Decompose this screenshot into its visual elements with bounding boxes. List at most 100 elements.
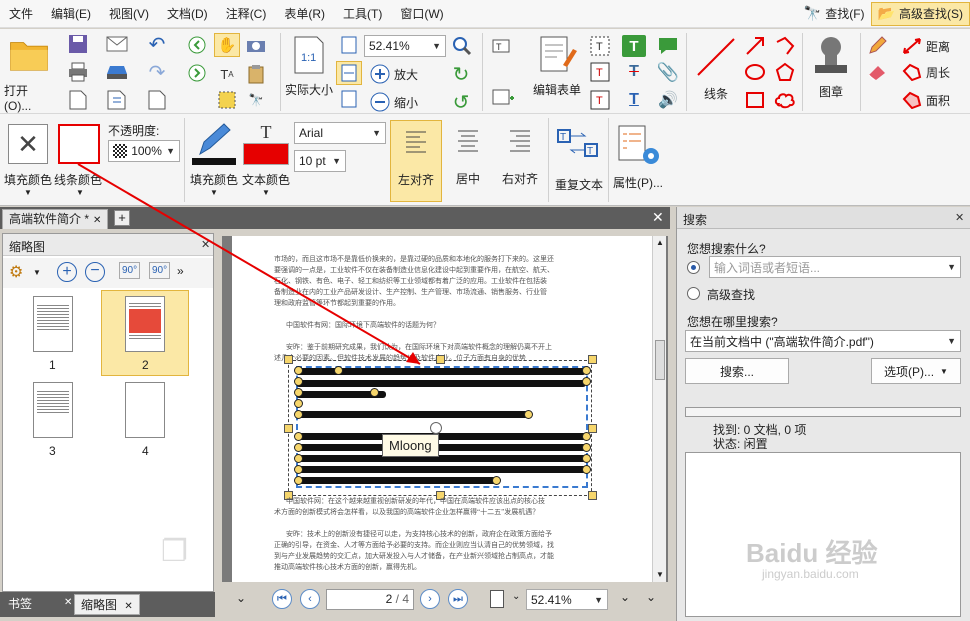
first-page-button[interactable]: ⏮ <box>272 589 292 609</box>
expand-icon[interactable]: » <box>177 264 184 278</box>
settings-dropdown-arrow[interactable]: ▼ <box>33 268 41 277</box>
thumbnail-page-1[interactable] <box>33 296 73 352</box>
nav-more-icon-2[interactable]: ⌄ <box>646 590 656 604</box>
undo-icon[interactable]: ↶ <box>144 33 170 56</box>
scroll-down-icon[interactable]: ▼ <box>656 570 664 579</box>
menu-form[interactable]: 表单(R) <box>275 0 334 28</box>
properties-button[interactable]: 属性(P)... <box>610 120 666 202</box>
pentagon-icon[interactable] <box>772 61 798 83</box>
selection-handle[interactable] <box>294 454 303 463</box>
opacity-combo[interactable]: 100% ▼ <box>108 140 180 162</box>
print-icon[interactable] <box>66 61 90 83</box>
selection-handle[interactable] <box>294 410 303 419</box>
zoom-tool-icon[interactable] <box>450 35 474 57</box>
form-checkbox-icon[interactable]: T <box>588 35 612 57</box>
selection-handle[interactable] <box>294 476 303 485</box>
last-page-button[interactable]: ⏭ <box>448 589 468 609</box>
document-icon[interactable] <box>66 89 90 111</box>
line-color-label[interactable]: 线条颜色 <box>54 171 102 188</box>
new-tab-button[interactable]: + <box>114 210 130 226</box>
sound-icon[interactable]: 🔊 <box>656 89 680 111</box>
back-icon[interactable] <box>186 35 208 55</box>
selection-handle[interactable] <box>334 366 343 375</box>
fill-pen-icon[interactable] <box>190 122 238 166</box>
previous-page-button[interactable]: ‹ <box>300 589 320 609</box>
tab-close-icon[interactable]: ✕ <box>93 215 101 226</box>
area-button[interactable]: 面积 <box>896 89 956 111</box>
bookmarks-tab[interactable]: 书签 <box>2 594 38 615</box>
binoculars-small-icon[interactable]: 🔭 <box>244 89 268 111</box>
actual-size-button[interactable]: 1:1 实际大小 <box>282 35 336 111</box>
redo-icon[interactable]: ↷ <box>144 61 170 84</box>
email-icon[interactable] <box>104 33 130 55</box>
font-combo[interactable]: Arial ▼ <box>294 122 386 144</box>
rotate-ccw-icon[interactable]: ↺ <box>450 91 472 114</box>
rotate-cw-icon[interactable]: ↻ <box>450 63 472 86</box>
thumbnails-tab[interactable]: 缩略图 ✕ <box>74 594 140 615</box>
hand-tool-icon[interactable]: ✋ <box>214 33 240 57</box>
page-layout-icon[interactable] <box>144 89 170 111</box>
cloud-icon[interactable] <box>772 89 798 111</box>
line-tool-button[interactable]: 线条 <box>690 35 742 111</box>
find-button[interactable]: 🔭 查找(F) <box>798 2 871 26</box>
text-color-icon[interactable]: T <box>242 120 290 166</box>
rectangle-icon[interactable] <box>742 89 768 111</box>
forward-icon[interactable] <box>186 63 208 83</box>
nav-more-icon[interactable]: ⌄ <box>620 590 630 604</box>
thumb-zoom-out-icon[interactable]: − <box>85 262 105 282</box>
scrollbar-thumb[interactable] <box>655 340 665 380</box>
thumbnails-close-icon[interactable]: ✕ <box>201 238 210 251</box>
selection-handle[interactable] <box>524 410 533 419</box>
resize-handle[interactable] <box>588 424 597 433</box>
scroll-up-icon[interactable]: ▲ <box>656 238 664 247</box>
next-page-button[interactable]: › <box>420 589 440 609</box>
selection-handle[interactable] <box>582 454 591 463</box>
page-view-dropdown-icon[interactable]: ⌄ <box>512 591 520 602</box>
selection-handle[interactable] <box>294 443 303 452</box>
advanced-radio[interactable] <box>687 287 700 300</box>
selection-handle[interactable] <box>582 465 591 474</box>
line-dropdown-arrow[interactable]: ▼ <box>76 188 84 197</box>
selection-handle[interactable] <box>294 465 303 474</box>
vertical-scrollbar[interactable]: ▲ ▼ <box>652 236 666 582</box>
fit-page-icon[interactable] <box>338 35 360 55</box>
repeat-text-button[interactable]: TT 重复文本 <box>552 120 606 202</box>
selection-handle[interactable] <box>294 432 303 441</box>
form-combo-icon[interactable]: T <box>588 89 612 111</box>
search-close-icon[interactable]: ✕ <box>955 211 964 224</box>
marquee-icon[interactable] <box>214 89 240 111</box>
selection-handle[interactable] <box>294 366 303 375</box>
selection-handle[interactable] <box>492 476 501 485</box>
selection-handle[interactable] <box>370 388 379 397</box>
selection-handle[interactable] <box>582 377 591 386</box>
eraser-icon[interactable] <box>864 61 890 83</box>
text-color-label[interactable]: 文本颜色 <box>242 171 290 188</box>
fit-visible-icon[interactable] <box>338 89 360 109</box>
selection-handle[interactable] <box>582 366 591 375</box>
scan-icon[interactable] <box>104 61 130 83</box>
select-text-icon[interactable]: TA <box>214 63 240 85</box>
selection-handle[interactable] <box>294 399 303 408</box>
align-left-button[interactable]: 左对齐 <box>390 120 442 202</box>
perimeter-button[interactable]: 周长 <box>896 61 956 83</box>
menu-window[interactable]: 窗口(W) <box>391 0 452 28</box>
fill-color-label-2[interactable]: 填充颜色 <box>190 171 238 188</box>
save-icon[interactable] <box>66 33 90 55</box>
text-box-icon[interactable]: T <box>622 35 646 57</box>
line-color-swatch[interactable] <box>58 124 100 164</box>
thumbnail-page-4[interactable] <box>125 382 165 438</box>
pencil-icon[interactable] <box>864 35 890 57</box>
resize-handle[interactable] <box>588 355 597 364</box>
search-scope-select[interactable]: 在当前文档中 ("高端软件简介.pdf") ▼ <box>685 330 961 352</box>
close-document-icon[interactable]: ✕ <box>652 209 664 226</box>
resize-handle[interactable] <box>436 355 445 364</box>
export-icon[interactable] <box>104 89 130 111</box>
zoom-in-button[interactable]: 放大 <box>366 63 422 85</box>
menu-document[interactable]: 文档(D) <box>158 0 217 28</box>
selection-handle[interactable] <box>294 388 303 397</box>
selection-handle[interactable] <box>582 443 591 452</box>
fill-none-swatch[interactable]: ✕ <box>8 124 48 164</box>
form-text-icon[interactable]: T <box>490 35 518 57</box>
strikeout-icon[interactable]: T <box>622 61 646 83</box>
document-tab[interactable]: 高端软件简介 * ✕ <box>2 209 109 229</box>
